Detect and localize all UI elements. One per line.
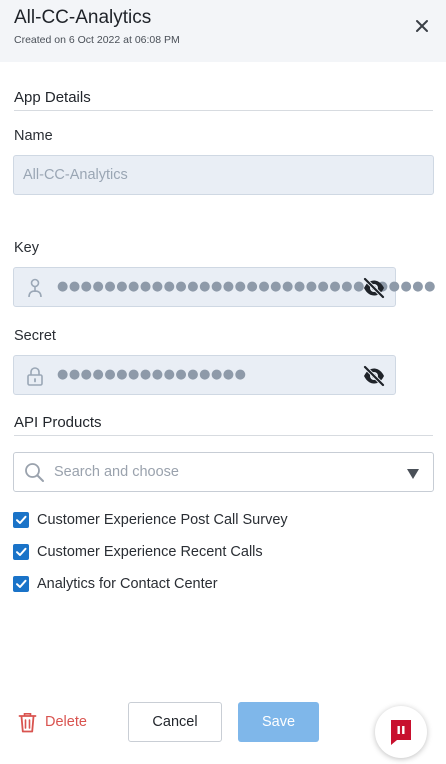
delete-button[interactable]: Delete [18, 710, 87, 734]
key-icon [26, 278, 44, 298]
panel-header: All-CC-Analytics Created on 6 Oct 2022 a… [0, 0, 446, 62]
api-product-label: Customer Experience Recent Calls [37, 544, 263, 560]
api-product-label: Customer Experience Post Call Survey [37, 512, 288, 528]
section-title-app-details: App Details [14, 89, 91, 106]
name-label: Name [14, 128, 53, 144]
checkbox-checked[interactable] [13, 544, 29, 560]
caret-down-icon[interactable] [406, 467, 420, 479]
eye-off-icon[interactable] [362, 277, 386, 299]
chat-widget-icon [391, 720, 411, 745]
name-field[interactable] [13, 155, 434, 195]
search-icon [24, 462, 45, 483]
cancel-button[interactable]: Cancel [128, 702, 222, 742]
eye-off-icon[interactable] [362, 365, 386, 387]
trash-icon [18, 712, 37, 733]
checkbox-checked[interactable] [13, 512, 29, 528]
save-button[interactable]: Save [238, 702, 319, 742]
delete-label: Delete [45, 714, 87, 730]
secret-masked-value: ●●●●●●●●●●●●●●●● [57, 367, 247, 382]
checkbox-checked[interactable] [13, 576, 29, 592]
section-divider [14, 110, 433, 111]
api-product-label: Analytics for Contact Center [37, 576, 218, 592]
created-timestamp: Created on 6 Oct 2022 at 06:08 PM [14, 34, 180, 46]
api-product-item[interactable]: Analytics for Contact Center [13, 575, 218, 593]
page-title: All-CC-Analytics [14, 7, 152, 28]
api-product-item[interactable]: Customer Experience Post Call Survey [13, 511, 288, 529]
search-input[interactable] [54, 461, 394, 483]
api-product-item[interactable]: Customer Experience Recent Calls [13, 543, 263, 561]
secret-label: Secret [14, 328, 56, 344]
close-icon[interactable] [412, 16, 432, 36]
section-divider [14, 435, 433, 436]
key-label: Key [14, 240, 39, 256]
api-products-search[interactable] [13, 452, 434, 492]
chat-widget-button[interactable] [375, 706, 427, 758]
section-title-api-products: API Products [14, 414, 102, 431]
key-field[interactable]: ●●●●●●●●●●●●●●●●●●●●●●●●●●●●●●●● [13, 267, 435, 307]
lock-icon [26, 366, 44, 386]
secret-field[interactable]: ●●●●●●●●●●●●●●●● [13, 355, 396, 395]
